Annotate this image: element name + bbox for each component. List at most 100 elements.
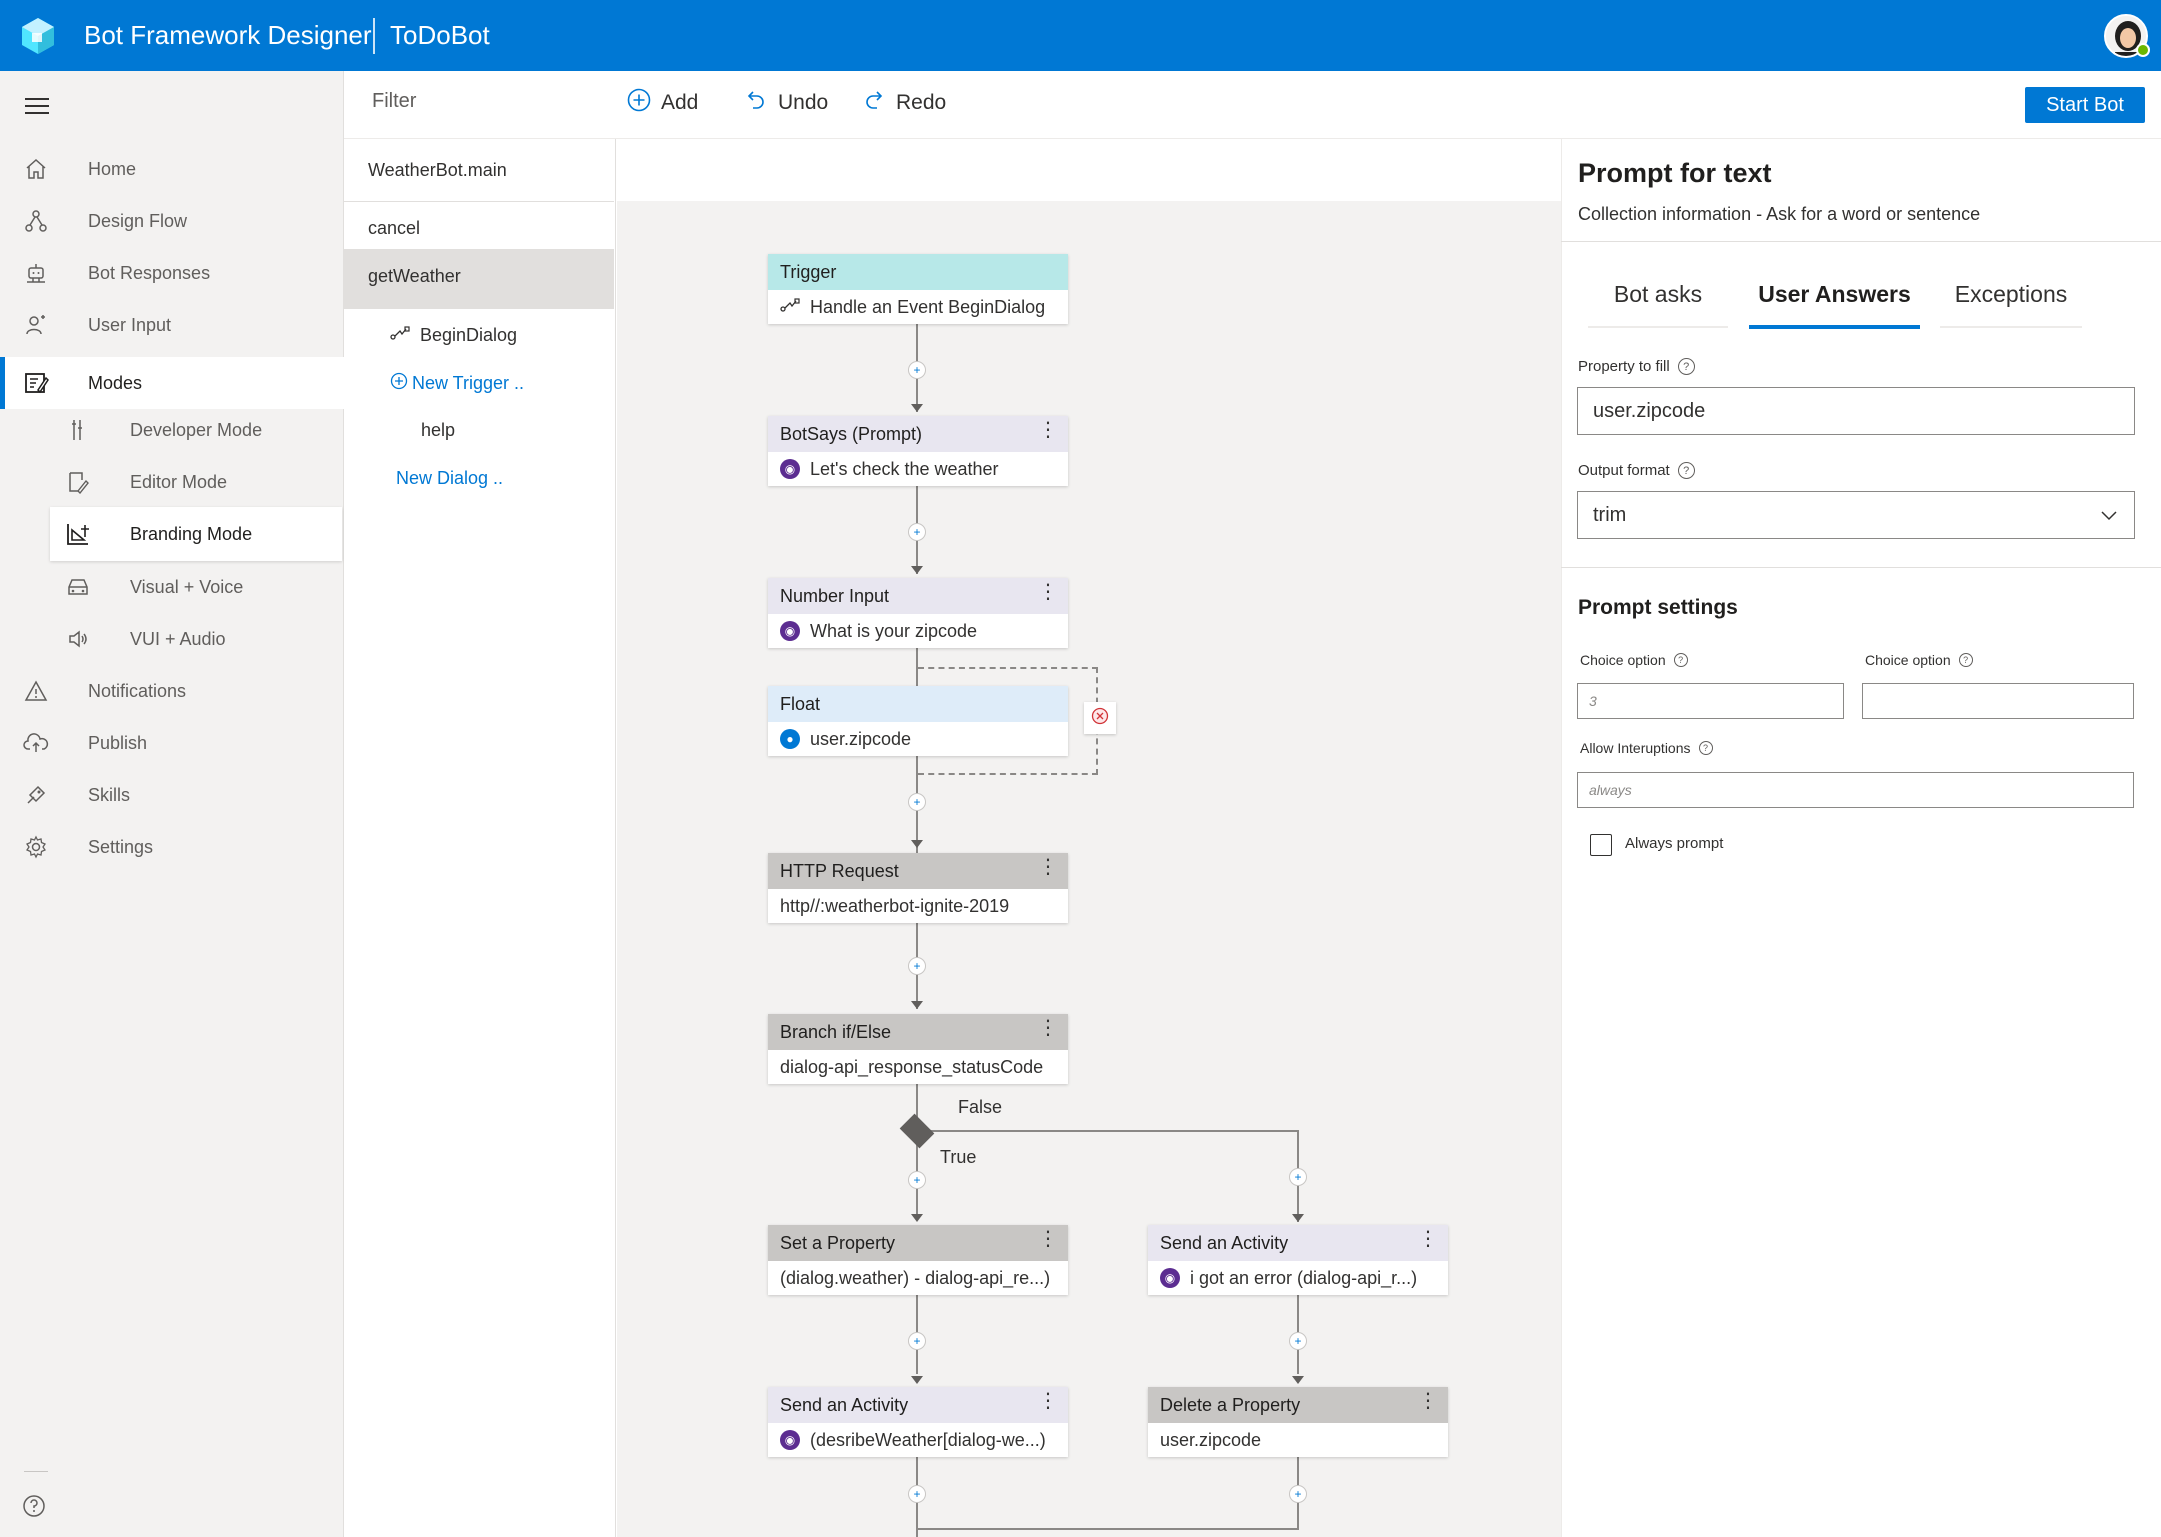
nav-item-home[interactable]: Home [0, 143, 344, 195]
help-icon[interactable] [22, 1494, 46, 1523]
node-body-text: (dialog.weather) - dialog-api_re...) [780, 1267, 1051, 1288]
nav-item-vui-audio[interactable]: VUI + Audio [0, 613, 344, 665]
dialog-main[interactable]: WeatherBot.main [368, 160, 507, 181]
nav-item-branding-mode[interactable]: Branding Mode [50, 507, 342, 561]
warning-icon [22, 677, 50, 705]
nav-item-modes[interactable]: Modes [0, 357, 344, 409]
start-bot-button[interactable]: Start Bot [2025, 87, 2145, 123]
more-options-icon[interactable]: ⋮ [1418, 1391, 1438, 1411]
hamburger-menu-icon[interactable] [24, 96, 50, 121]
node-title: Float [768, 686, 1068, 722]
nav-divider [24, 1471, 48, 1472]
node-body-text: user.zipcode [1160, 1429, 1262, 1450]
add-step-button[interactable]: + [908, 1485, 926, 1503]
send-activity-error-node[interactable]: Send an Activity ⋮ ◉ i got an error (dia… [1148, 1225, 1448, 1295]
nav-item-bot-responses[interactable]: Bot Responses [0, 247, 344, 299]
botsays-node[interactable]: BotSays (Prompt) ⋮ ◉ Let's check the wea… [768, 416, 1068, 486]
undo-label: Undo [778, 91, 829, 114]
add-step-button[interactable]: + [908, 793, 926, 811]
trigger-node[interactable]: Trigger Handle an Event BeginDialog [768, 254, 1068, 324]
number-input-node[interactable]: Number Input ⋮ ◉ What is your zipcode [768, 578, 1068, 648]
delete-property-node[interactable]: Delete a Property ⋮ user.zipcode [1148, 1387, 1448, 1457]
http-request-node[interactable]: HTTP Request ⋮ http//:weatherbot-ignite-… [768, 853, 1068, 923]
tab-exceptions[interactable]: Exceptions [1940, 281, 2082, 308]
more-options-icon[interactable]: ⋮ [1038, 1018, 1058, 1038]
select-value: trim [1593, 503, 1627, 526]
error-node[interactable] [1084, 702, 1116, 734]
more-options-icon[interactable]: ⋮ [1038, 420, 1058, 440]
add-step-button[interactable]: + [1289, 1168, 1307, 1186]
trigger-begindialog[interactable]: BeginDialog [390, 325, 517, 346]
tab-bot-asks[interactable]: Bot asks [1588, 281, 1728, 308]
add-step-button[interactable]: + [908, 361, 926, 379]
nav-item-visual-voice[interactable]: Visual + Voice [0, 561, 344, 613]
branch-node[interactable]: Branch if/Else ⋮ dialog-api_response_sta… [768, 1014, 1068, 1084]
add-step-button[interactable]: + [908, 523, 926, 541]
property-to-fill-input[interactable]: user.zipcode [1577, 387, 2135, 435]
nav-item-user-input[interactable]: User Input [0, 299, 344, 351]
nav-item-notifications[interactable]: Notifications [0, 665, 344, 717]
nav-label: Notifications [88, 680, 187, 701]
send-activity-node[interactable]: Send an Activity ⋮ ◉ (desribeWeather[dia… [768, 1387, 1068, 1457]
new-trigger-label: New Trigger .. [412, 373, 525, 393]
node-body: ◉ What is your zipcode [768, 614, 1068, 648]
help-icon[interactable]: ? [1677, 358, 1695, 375]
redo-button[interactable]: Redo [862, 88, 946, 118]
choice-option-input-2[interactable] [1862, 683, 2134, 719]
help-icon[interactable]: ? [1673, 653, 1688, 667]
more-options-icon[interactable]: ⋮ [1418, 1229, 1438, 1249]
flow-canvas[interactable] [617, 139, 1561, 1537]
choice-option-input[interactable]: 3 [1577, 683, 1844, 719]
add-step-button[interactable]: + [908, 1171, 926, 1189]
allow-interruptions-input[interactable]: always [1577, 772, 2134, 808]
filter-input[interactable]: Filter [372, 90, 416, 113]
always-prompt-checkbox[interactable] [1590, 834, 1612, 856]
add-step-button[interactable]: + [908, 957, 926, 975]
car-icon [64, 573, 92, 601]
node-body: ◉ i got an error (dialog-api_r...) [1148, 1261, 1448, 1295]
help-icon[interactable]: ? [1698, 741, 1713, 755]
dialog-help[interactable]: help [421, 420, 455, 441]
dialog-list [344, 139, 616, 1537]
float-node[interactable]: Float ● user.zipcode [768, 686, 1068, 756]
more-options-icon[interactable]: ⋮ [1038, 1229, 1058, 1249]
dialog-cancel[interactable]: cancel [368, 218, 420, 239]
more-options-icon[interactable]: ⋮ [1038, 857, 1058, 877]
app-title: Bot Framework Designer [84, 20, 372, 50]
add-step-button[interactable]: + [1289, 1332, 1307, 1350]
undo-button[interactable]: Undo [744, 88, 828, 118]
connector-line [916, 1084, 918, 1220]
connector-line [917, 1130, 1299, 1132]
new-dialog-link[interactable]: New Dialog .. [396, 468, 503, 489]
nav-item-skills[interactable]: Skills [0, 769, 344, 821]
editor-icon [64, 468, 92, 496]
node-title: Delete a Property [1160, 1394, 1301, 1415]
nav-item-settings[interactable]: Settings [0, 821, 344, 873]
add-step-button[interactable]: + [908, 1332, 926, 1350]
nav-item-editor-mode[interactable]: Editor Mode [0, 456, 344, 508]
arrow-down-icon [1292, 1376, 1304, 1384]
bot-framework-logo-icon [18, 16, 58, 56]
set-property-node[interactable]: Set a Property ⋮ (dialog.weather) - dial… [768, 1225, 1068, 1295]
choice-option-label: Choice option ? [1580, 652, 1688, 668]
new-trigger-link[interactable]: New Trigger .. [390, 372, 524, 395]
node-title: HTTP Request [780, 860, 899, 881]
node-title: BotSays (Prompt) [780, 423, 923, 444]
nav-item-design-flow[interactable]: Design Flow [0, 195, 344, 247]
output-format-select[interactable]: trim [1577, 491, 2135, 539]
help-icon[interactable]: ? [1677, 462, 1695, 479]
tab-user-answers[interactable]: User Answers [1749, 281, 1920, 308]
node-body-text: dialog-api_response_statusCode [780, 1056, 1044, 1077]
dialog-getweather[interactable]: getWeather [368, 266, 461, 287]
redo-label: Redo [896, 91, 947, 114]
label-text: Property to fill [1578, 358, 1670, 375]
add-button[interactable]: Add [627, 88, 698, 118]
nav-item-developer-mode[interactable]: Developer Mode [0, 404, 344, 456]
true-label: True [940, 1147, 977, 1167]
add-step-button[interactable]: + [1289, 1485, 1307, 1503]
more-options-icon[interactable]: ⋮ [1038, 582, 1058, 602]
nav-item-publish[interactable]: Publish [0, 717, 344, 769]
more-options-icon[interactable]: ⋮ [1038, 1391, 1058, 1411]
bot-name[interactable]: ToDoBot [390, 20, 490, 51]
help-icon[interactable]: ? [1958, 653, 1973, 667]
